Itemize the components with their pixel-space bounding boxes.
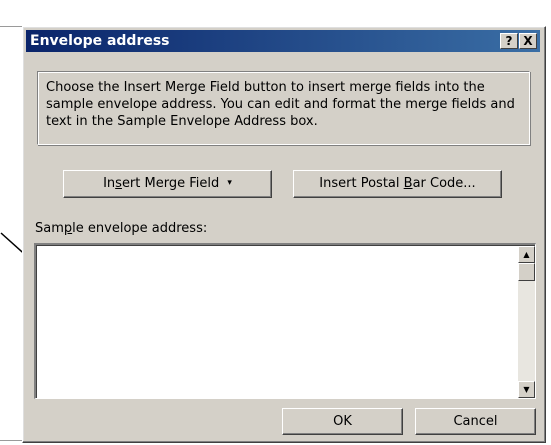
label-text: Sam (35, 221, 64, 236)
dropdown-arrow-icon: ▾ (227, 178, 232, 188)
sample-address-label: Sample envelope address: (35, 221, 207, 236)
help-button[interactable]: ? (500, 33, 518, 49)
insert-merge-field-button[interactable]: Insert Merge Field ▾ (63, 170, 272, 198)
button-label: In (103, 176, 116, 191)
button-accelerator: B (403, 176, 413, 191)
sample-address-textarea[interactable]: ▲ ▼ (34, 243, 536, 399)
button-accelerator: s (115, 176, 122, 191)
title-bar: Envelope address ? X (26, 30, 540, 52)
instructions-text: Choose the Insert Merge Field button to … (46, 79, 526, 130)
button-label: ar Code... (412, 176, 476, 191)
ok-button[interactable]: OK (282, 408, 403, 435)
instructions-line: text in the Sample Envelope Address box. (46, 114, 318, 129)
envelope-address-dialog: Envelope address ? X Choose the Insert M… (22, 26, 546, 443)
dialog-title: Envelope address (30, 33, 170, 49)
cancel-button[interactable]: Cancel (415, 408, 536, 435)
close-button[interactable]: X (519, 33, 537, 49)
vertical-scrollbar[interactable]: ▲ ▼ (518, 246, 535, 398)
scroll-down-icon[interactable]: ▼ (518, 381, 535, 398)
label-accelerator: p (63, 221, 73, 236)
scroll-up-icon[interactable]: ▲ (518, 246, 535, 263)
label-text: le envelope address: (72, 221, 208, 236)
instructions-box: Choose the Insert Merge Field button to … (37, 71, 530, 145)
insert-postal-bar-code-button[interactable]: Insert Postal Bar Code... (293, 170, 502, 198)
instructions-line: sample envelope address. You can edit an… (46, 97, 515, 112)
scrollbar-thumb[interactable] (518, 263, 535, 281)
instructions-line: Choose the Insert Merge Field button to … (46, 80, 485, 95)
button-label: ert Merge Field (121, 176, 220, 191)
button-label: Insert Postal (319, 176, 404, 191)
doc-rule-line (0, 440, 22, 441)
doc-rule-line (0, 26, 22, 27)
